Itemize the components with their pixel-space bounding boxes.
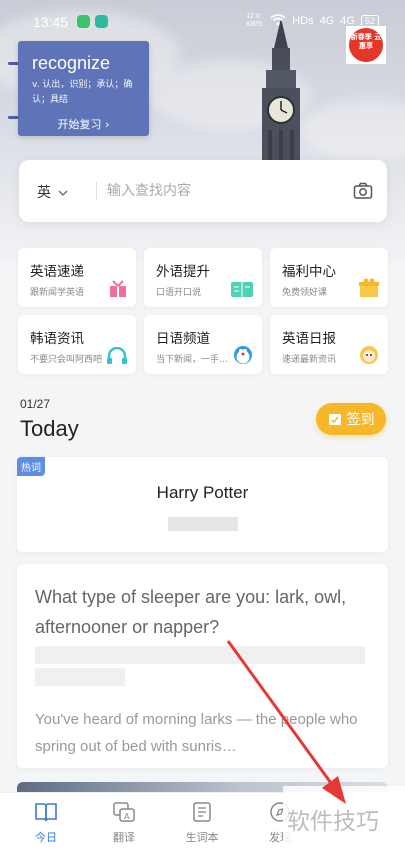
checkin-button[interactable]: 签到: [316, 403, 386, 435]
doraemon-icon: [232, 345, 254, 369]
app-notification-icon: [77, 15, 90, 28]
chat-notification-icon: [95, 15, 108, 28]
translate-icon: A: [113, 802, 135, 822]
tab-label: 翻译: [113, 831, 135, 844]
chevron-down-icon: [58, 190, 68, 196]
headphone-icon: [106, 346, 128, 369]
hot-word-translation-redacted: [168, 517, 238, 531]
hot-word-title: Harry Potter: [156, 483, 249, 502]
status-time: 13:45: [33, 14, 69, 30]
avatar-icon: [358, 345, 380, 369]
daily-word-card[interactable]: recognize v. 认出，识别；承认；确认；具结 开始复习 ›: [18, 41, 149, 136]
network-type: HDs: [292, 15, 314, 27]
checkin-label: 签到: [346, 412, 375, 428]
article-translation-redacted: [35, 646, 365, 664]
article-title: What type of sleeper are you: lark, owl,…: [35, 587, 347, 637]
article-translation-redacted: [35, 668, 125, 686]
hot-word-tag: 热词: [17, 457, 45, 476]
gift-icon: [108, 280, 128, 302]
feature-japanese-channel[interactable]: 日语频道 当下新闻，一手…: [144, 315, 262, 374]
language-selector[interactable]: 英: [37, 182, 68, 202]
notebook-icon: [193, 802, 211, 822]
network-speed: 12.0 KB/S: [246, 13, 263, 28]
watermark: 软件技巧: [283, 786, 405, 851]
status-bar: 13:45 12.0 KB/S HDs 4G 4G 52: [0, 0, 405, 40]
feature-english-daily[interactable]: 英语日报 速递最新资讯: [270, 315, 388, 374]
feature-title: 英语速递: [30, 264, 84, 280]
clock-tower-image: [262, 18, 300, 178]
feature-title: 外语提升: [156, 264, 210, 280]
feature-korean-news[interactable]: 韩语资讯 不要只会叫阿西吧: [18, 315, 136, 374]
wifi-icon: [270, 13, 286, 29]
start-review-button[interactable]: 开始复习 ›: [32, 116, 135, 132]
tab-today[interactable]: 今日: [16, 801, 76, 845]
feature-english-express[interactable]: 英语速递 跟新闻学英语: [18, 248, 136, 307]
svg-text:A: A: [124, 812, 130, 821]
today-date: 01/27: [20, 397, 51, 411]
search-input[interactable]: [107, 178, 347, 204]
feature-welfare-center[interactable]: 福利中心 免费领好课: [270, 248, 388, 307]
signal-1: 4G: [319, 15, 335, 27]
article-card[interactable]: What type of sleeper are you: lark, owl,…: [17, 564, 388, 768]
daily-word: recognize: [32, 53, 111, 73]
feature-title: 日语频道: [156, 331, 210, 347]
promo-badge-label: 新春季 云惠享: [349, 28, 383, 62]
giftbox-icon: [358, 278, 380, 302]
daily-word-definition: v. 认出，识别；承认；确认；具结: [32, 80, 133, 105]
feature-title: 福利中心: [282, 264, 336, 280]
calendar-icon: [328, 414, 341, 425]
tab-vocabulary[interactable]: 生词本: [172, 801, 232, 845]
hot-word-card[interactable]: 热词 Harry Potter: [17, 457, 388, 552]
article-excerpt: You've heard of morning larks — the peop…: [35, 711, 358, 755]
camera-icon[interactable]: [353, 182, 373, 204]
book-open-icon: [35, 803, 57, 822]
search-bar: 英: [19, 160, 387, 222]
book-icon: [230, 280, 254, 302]
today-heading: Today: [20, 416, 79, 441]
feature-title: 英语日报: [282, 331, 336, 347]
tab-translate[interactable]: A 翻译: [94, 801, 154, 845]
tab-label: 生词本: [185, 831, 219, 844]
tab-label: 今日: [35, 831, 57, 844]
feature-title: 韩语资讯: [30, 331, 84, 347]
search-divider: [96, 182, 97, 200]
promo-badge[interactable]: 新春季 云惠享: [346, 26, 386, 64]
feature-language-boost[interactable]: 外语提升 口语开口说: [144, 248, 262, 307]
